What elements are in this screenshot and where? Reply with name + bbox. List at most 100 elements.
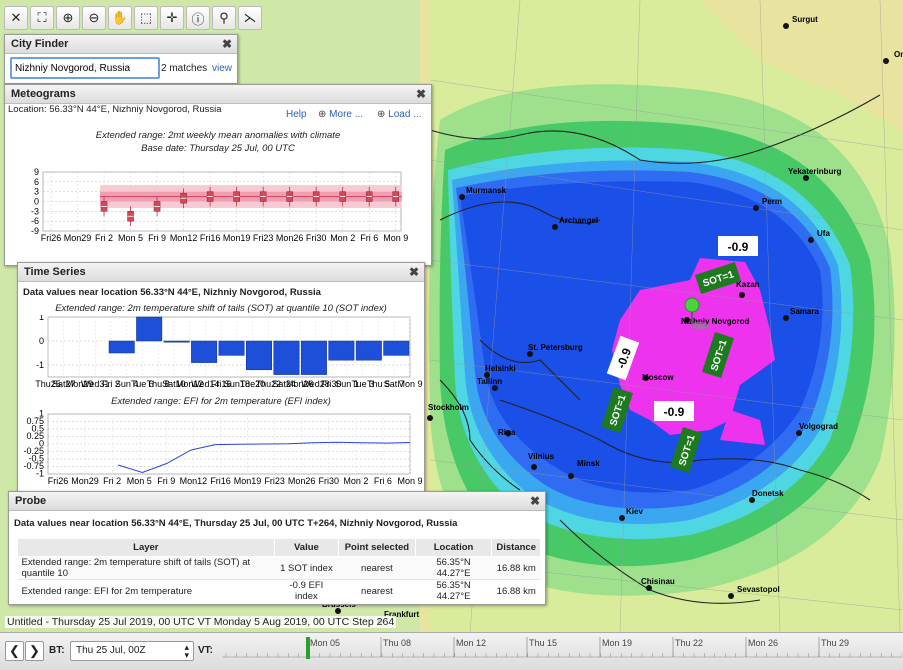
city-label: Minsk [577,459,600,468]
close-icon[interactable]: ✖ [409,263,419,281]
x-tick-label: Mon 5 [127,476,152,486]
city-label: Sevastopol [737,585,780,594]
city-label: Vilnius [528,452,555,461]
bar [273,340,300,375]
vt-tick-label: Thu 08 [383,638,411,648]
city-dot [753,205,759,211]
y-tick-label: -9 [31,226,39,236]
bar [163,340,190,343]
time-series-title: Time Series [24,266,86,278]
pan-hand-icon[interactable]: ✋ [108,6,132,30]
bar [300,340,327,375]
x-tick-label: Mon26 [288,476,316,486]
efi-chart-title: Extended range: EFI for 2m temperature (… [111,396,331,407]
bt-label: BT: [49,645,65,656]
efi-line-chart: 10.750.50.250-0.25-0.5-0.75-1Fri26 Mon29 F… [23,409,422,487]
y-tick-label: 1 [39,315,44,322]
table-row[interactable]: Extended range: 2m temperature shift of … [17,556,541,580]
probe-heading: Data values near location 56.33°N 44°E, … [14,518,458,529]
y-tick-label: 0 [34,197,39,207]
vt-tick-label: Thu 22 [675,638,703,648]
bar [218,340,245,356]
info-icon[interactable]: ⓘ [186,6,210,30]
base-time-select[interactable]: Thu 25 Jul, 00Z ▴ ▾ [70,641,194,661]
table-cell: -0.9 EFI index [274,579,339,602]
sot-bar-chart: 10-1Thu25Sat27Mon29Wed31Fri 2Sun 4Tue 6T… [35,315,422,389]
close-icon[interactable]: ✖ [416,85,426,103]
close-icon[interactable]: ✖ [530,492,540,510]
bar [108,340,135,354]
y-tick-label: -1 [36,360,44,370]
vt-tick-label: Mon 26 [748,638,778,648]
table-cell: Extended range: 2m temperature shift of … [17,556,275,580]
meteogram-chart-title: Extended range: 2mt weekly mean anomalie… [95,130,341,141]
time-series-heading: Data values near location 56.33°N 44°E, … [23,287,321,298]
chevron-up-down-icon: ▴ ▾ [184,642,189,660]
next-step-button[interactable]: ❯ [25,641,44,661]
city-dot [531,464,537,470]
table-cell: 1 SOT index [274,556,339,580]
probe-pin-icon[interactable]: ⚲ [212,6,236,30]
city-label: Helsinki [485,364,516,373]
city-dot [568,473,574,479]
close-icon[interactable]: ✖ [222,35,232,53]
vt-tick-label: Thu 29 [821,638,849,648]
x-tick-label: Fri16 [200,233,221,243]
load-button[interactable]: ⊕ Load ... [377,109,422,120]
x-tick-label: Mon 9 [383,233,408,243]
table-cell: 16.88 km [491,579,541,602]
close-icon[interactable]: ✕ [4,6,28,30]
x-tick-label: Fri30 [306,233,327,243]
cross-section-icon[interactable]: ⋋ [238,6,262,30]
table-cell: nearest [338,556,416,580]
table-cell: nearest [338,579,416,602]
bar [383,340,410,356]
plus-icon: ⊕ [377,109,386,120]
city-dot [739,292,745,298]
city-dot [427,415,433,421]
valid-time-axis[interactable]: Mon 05 Thu 08 Mon 12 Thu 15 Mon 19 Thu 22 Mon … [222,633,902,669]
prev-step-button[interactable]: ❮ [5,641,24,661]
time-bar: ❮ ❯ BT: Thu 25 Jul, 00Z ▴ ▾ VT: Mon 05 Thu… [0,632,903,670]
city-dot [728,593,734,599]
zoom-out-icon[interactable]: ⊖ [82,6,106,30]
x-tick-label: Mon 9 [397,379,422,389]
crosshair-icon[interactable]: ✛ [160,6,184,30]
city-finder-title: City Finder [11,38,69,50]
status-bar: Untitled - Thursday 25 Jul 2019, 00 UTC … [5,616,397,628]
city-label: Volgograd [799,422,838,431]
table-row[interactable]: Extended range: EFI for 2m temperature -… [17,579,541,602]
map-toolbar: ✕ ⛶ ⊕ ⊖ ✋ ⬚ ✛ ⓘ ⚲ ⋋ [4,6,262,34]
x-tick-label: Mon19 [223,233,251,243]
more-button[interactable]: ⊕ More ... [318,109,363,120]
meteogram-chart-subtitle: Base date: Thursday 25 Jul, 00 UTC [141,143,295,154]
city-label: Perm [762,197,782,206]
panel-title: City Finder ✖ [5,35,237,54]
city-label: Tallinn [477,377,502,386]
table-cell: Extended range: EFI for 2m temperature [17,579,275,602]
city-dot [883,58,889,64]
y-tick-label: 9 [34,167,39,177]
x-tick-label: Fri23 [264,476,285,486]
vt-label: VT: [198,645,213,656]
city-dot [459,194,465,200]
anomaly-label-center: -0.9 [654,401,694,421]
help-link[interactable]: Help [286,109,307,120]
city-dot [619,515,625,521]
zoom-box-icon[interactable]: ⬚ [134,6,158,30]
city-label: Moscow [642,373,674,382]
zoom-in-icon[interactable]: ⊕ [56,6,80,30]
x-tick-label: Mon19 [234,476,262,486]
probe-title: Probe [15,495,47,507]
meteograms-title: Meteograms [11,88,76,100]
column-header: Distance [491,538,541,557]
vt-tick-label: Mon 05 [310,638,340,648]
city-label: Omsk [894,50,903,59]
city-search-input[interactable] [10,57,160,79]
view-link[interactable]: view [212,63,232,74]
city-label: Stockholm [428,403,469,412]
x-tick-label: Fri 2 [103,476,121,486]
city-dot [783,315,789,321]
x-tick-label: Fri 2 [95,233,113,243]
fullscreen-icon[interactable]: ⛶ [30,6,54,30]
